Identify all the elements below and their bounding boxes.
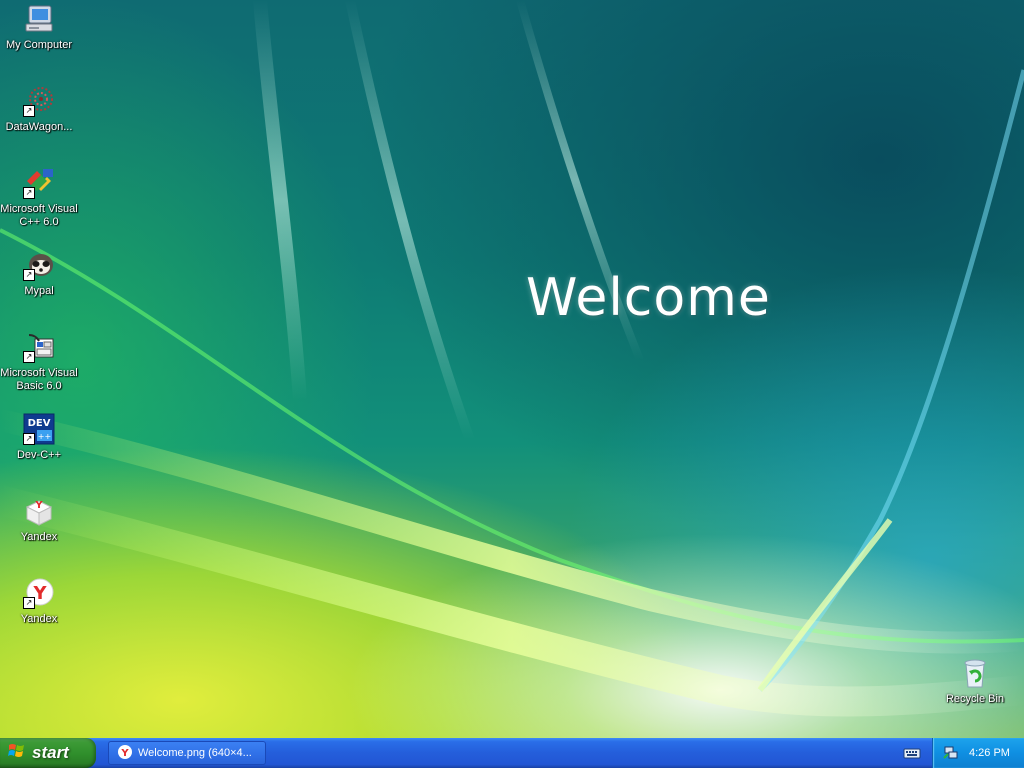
taskbar-item-label: Welcome.png (640×4...	[138, 747, 252, 759]
wallpaper-streaks	[0, 0, 1024, 717]
mypal-icon: ↗	[23, 249, 55, 281]
desktop-icon-datawagon[interactable]: ↗ DataWagon...	[0, 85, 78, 134]
desktop-icon-yandex-1[interactable]: Y Yandex	[0, 495, 78, 544]
recycle-bin-icon	[959, 657, 991, 689]
yandex-box-icon: Y	[23, 495, 55, 527]
desktop-icon-visual-cpp[interactable]: ↗ Microsoft Visual C++ 6.0	[0, 167, 78, 229]
desktop-icon-label: Yandex	[20, 531, 58, 543]
taskbar: start Y Welcome.png (640×4... 4:26 PM	[0, 738, 1024, 768]
svg-text:Y: Y	[34, 500, 43, 511]
desktop-icon-yandex-2[interactable]: Y ↗ Yandex	[0, 577, 78, 626]
taskbar-item-welcome[interactable]: Y Welcome.png (640×4...	[108, 741, 266, 765]
my-computer-icon	[23, 3, 55, 35]
shortcut-arrow-icon: ↗	[23, 105, 35, 117]
start-label: start	[32, 743, 69, 762]
desktop-icon-dev-cpp[interactable]: DEV ++ ↗ Dev-C++	[0, 413, 78, 462]
desktop-icon-my-computer[interactable]: My Computer	[0, 3, 78, 52]
svg-text:++: ++	[38, 432, 51, 441]
shortcut-arrow-icon: ↗	[23, 597, 35, 609]
keyboard-icon[interactable]	[903, 745, 921, 761]
desktop-icon-visual-basic[interactable]: ↗ Microsoft Visual Basic 6.0	[0, 331, 78, 393]
visual-cpp-icon: ↗	[23, 167, 55, 199]
yandex-browser-icon: Y ↗	[23, 577, 55, 609]
desktop-icon-mypal[interactable]: ↗ Mypal	[0, 249, 78, 298]
desktop-icon-label: Microsoft Visual Basic 6.0	[0, 367, 78, 392]
svg-text:Y: Y	[120, 748, 129, 759]
start-button[interactable]: start	[0, 738, 96, 768]
visual-basic-icon: ↗	[23, 331, 55, 363]
desktop-icon-label: Mypal	[24, 285, 54, 297]
shortcut-arrow-icon: ↗	[23, 269, 35, 281]
shortcut-arrow-icon: ↗	[23, 433, 35, 445]
shortcut-arrow-icon: ↗	[23, 351, 35, 363]
desktop-icon-label: Dev-C++	[16, 449, 62, 461]
system-tray: 4:26 PM	[932, 738, 1024, 768]
desktop-icon-label: Recycle Bin	[945, 693, 1005, 705]
clock[interactable]: 4:26 PM	[969, 747, 1010, 759]
desktop-icon-label: Microsoft Visual C++ 6.0	[0, 203, 78, 228]
yandex-browser-icon: Y	[117, 744, 133, 763]
desktop[interactable]: Welcome My Computer ↗ DataWagon... ↗ Mic…	[0, 0, 1024, 738]
windows-logo-icon	[8, 742, 26, 765]
dev-cpp-icon: DEV ++ ↗	[23, 413, 55, 445]
desktop-icon-recycle-bin[interactable]: Recycle Bin	[936, 657, 1014, 706]
datawagon-icon: ↗	[23, 85, 55, 117]
shortcut-arrow-icon: ↗	[23, 187, 35, 199]
svg-text:DEV: DEV	[28, 418, 51, 429]
desktop-icon-label: Yandex	[20, 613, 58, 625]
desktop-icon-label: DataWagon...	[5, 121, 73, 133]
network-icon[interactable]	[943, 744, 959, 763]
welcome-title: Welcome	[526, 268, 771, 328]
desktop-icon-label: My Computer	[5, 39, 73, 51]
